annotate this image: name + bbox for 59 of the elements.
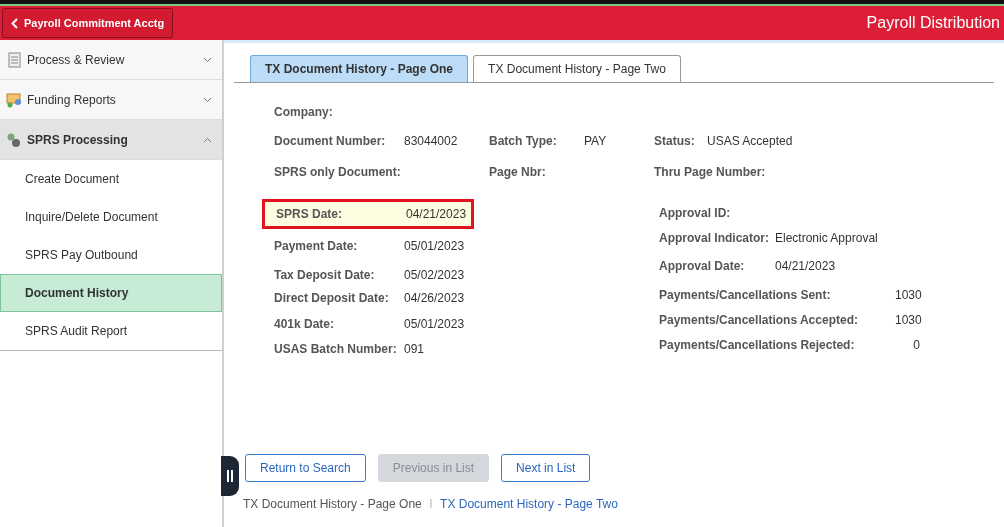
field-value: 04/26/2023 — [404, 289, 465, 307]
field-value: USAS Accepted — [707, 133, 793, 150]
sidebar-group[interactable]: Funding Reports — [0, 80, 222, 120]
chevron-down-icon — [203, 56, 212, 63]
field-label: USAS Batch Number: — [274, 340, 398, 358]
field-label: Approval Indicator: — [659, 230, 770, 246]
field-value: 1030 — [895, 287, 920, 303]
field-label: Payments/Cancellations Accepted: — [659, 312, 859, 328]
sidebar-item[interactable]: SPRS Audit Report — [0, 312, 222, 350]
field-value: 04/21/2023 — [406, 206, 467, 223]
sidebar-item[interactable]: Inquire/Delete Document — [0, 198, 222, 236]
field-label: Approval Date: — [659, 258, 746, 274]
tab[interactable]: TX Document History - Page Two — [473, 55, 681, 82]
field-value: 04/21/2023 — [775, 258, 836, 274]
sidebar-group[interactable]: Process & Review — [0, 40, 222, 80]
field-value: 05/02/2023 — [404, 266, 465, 284]
action-button[interactable]: Next in List — [501, 454, 591, 482]
field-label: Payment Date: — [274, 237, 359, 255]
collapse-handle[interactable] — [221, 456, 239, 496]
page-link[interactable]: TX Document History - Page Two — [440, 495, 618, 513]
field-label: Batch Type: — [489, 133, 558, 150]
field-value: 83044002 — [404, 133, 458, 150]
field-label: SPRS Date: — [276, 206, 344, 223]
action-button[interactable]: Return to Search — [245, 454, 366, 482]
gears-icon — [6, 131, 22, 148]
sidebar-group[interactable]: SPRS Processing — [0, 120, 222, 160]
field-value: 0 — [912, 337, 920, 353]
field-label: Thru Page Number: — [654, 164, 766, 181]
tab[interactable]: TX Document History - Page One — [250, 55, 469, 82]
pause-icon — [227, 470, 233, 482]
field-value: 1030 — [895, 312, 920, 328]
field-label: Tax Deposit Date: — [274, 266, 376, 284]
sidebar-item[interactable]: Document History — [0, 274, 222, 312]
field-value: PAY — [584, 133, 607, 150]
field-value: 05/01/2023 — [404, 315, 465, 333]
sidebar-item[interactable]: Create Document — [0, 160, 222, 198]
field-label: Approval ID: — [659, 205, 732, 221]
field-value: 05/01/2023 — [404, 237, 465, 255]
field-label: Direct Deposit Date: — [274, 289, 390, 307]
separator: | — [429, 497, 433, 511]
sidebar-item[interactable]: SPRS Pay Outbound — [0, 236, 222, 274]
report-icon — [6, 91, 22, 108]
field-label: Document Number: — [274, 133, 387, 150]
field-value: Electronic Approval — [775, 230, 878, 246]
chevron-up-icon — [203, 136, 212, 143]
back-button[interactable]: Payroll Commitment Acctg — [2, 8, 174, 38]
field-value: 091 — [404, 340, 425, 358]
chevron-down-icon — [203, 96, 212, 103]
page-link[interactable]: TX Document History - Page One — [243, 495, 422, 513]
field-label: Payments/Cancellations Rejected: — [659, 337, 856, 353]
field-label: Status: — [654, 133, 696, 150]
document-icon — [6, 51, 22, 68]
field-label: Payments/Cancellations Sent: — [659, 287, 832, 303]
page-title: Payroll Distribution — [866, 13, 1000, 33]
chevron-left-icon — [11, 17, 18, 29]
field-label: Company: — [274, 105, 333, 119]
field-label: Page Nbr: — [489, 164, 547, 181]
field-label: SPRS only Document: — [274, 164, 402, 181]
field-label: 401k Date: — [274, 315, 336, 333]
